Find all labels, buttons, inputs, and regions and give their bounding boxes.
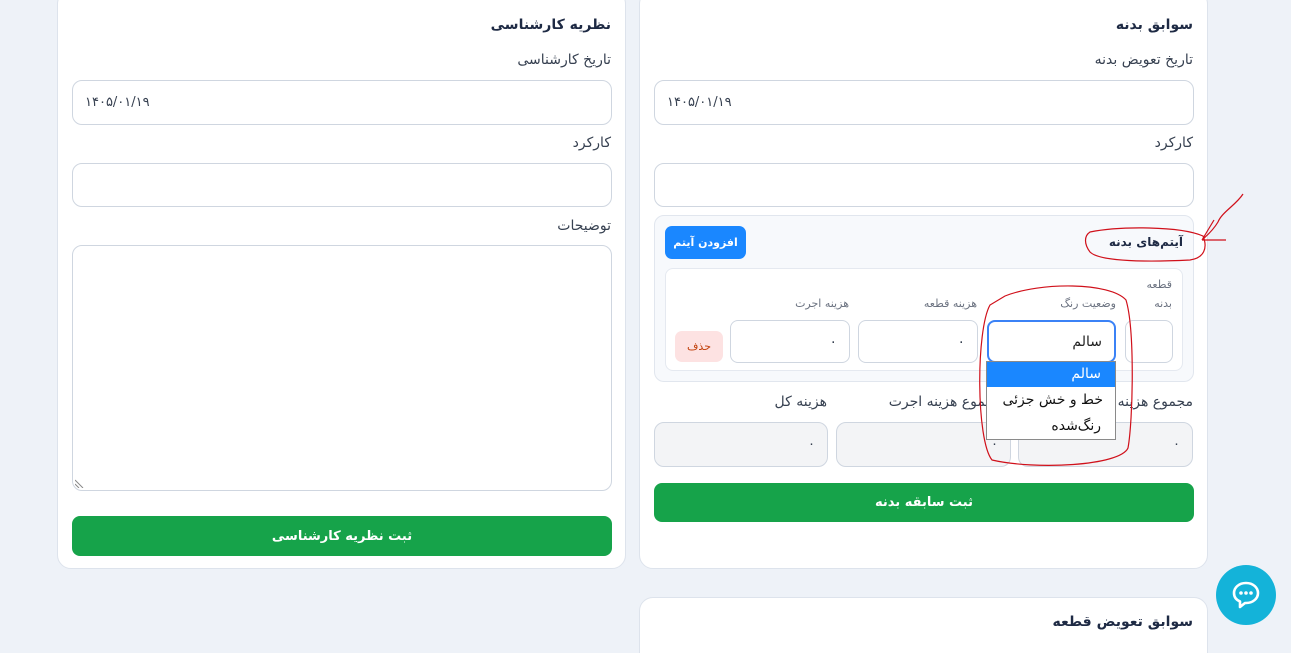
annotation-arrow [1201,193,1244,241]
part-cost-input[interactable]: ۰ [858,320,978,363]
expert-notes-textarea[interactable] [72,245,612,491]
expert-submit-button[interactable]: ثبت نظریه کارشناسی [72,516,612,556]
body-item-row: قطعه بدنه وضعیت رنگ سالم هزینه قطعه ۰ هز… [665,268,1183,371]
part-history-card: سوابق تعویض قطعه [639,597,1208,653]
paint-status-label: وضعیت رنگ [1060,297,1116,310]
chat-bubble-icon [1232,581,1260,609]
total-labor-input: ۰ [836,422,1011,467]
part-label-line1: قطعه [1146,278,1173,291]
expert-opinion-card: نظریه کارشناسی تاریخ کارشناسی ۱۴۰۵/۰۱/۱۹… [57,0,626,569]
total-cost-value: ۰ [808,437,815,452]
paint-status-value: سالم [1072,333,1102,350]
body-history-title: سوابق بدنه [1115,17,1193,33]
labor-cost-value: ۰ [829,333,837,350]
part-input[interactable] [1125,320,1173,363]
body-date-label: تاریخ تعویض بدنه [1094,52,1193,68]
labor-cost-label: هزینه اجرت [795,297,849,310]
paint-status-select[interactable]: سالم [987,320,1116,363]
body-items-title: آیتم‌های بدنه [1108,235,1183,249]
body-submit-button[interactable]: ثبت سابقه بدنه [654,483,1194,522]
labor-cost-input[interactable]: ۰ [730,320,850,363]
delete-item-button[interactable]: حذف [675,331,723,362]
paint-status-dropdown: سالم خط و خش جزئی رنگ‌شده [986,361,1116,440]
expert-date-label: تاریخ کارشناسی [517,52,611,68]
total-cost-label: هزینه کل [774,394,827,410]
paint-option-painted[interactable]: رنگ‌شده [987,413,1115,439]
add-item-button[interactable]: افزودن آیتم [665,226,746,259]
body-items-panel: آیتم‌های بدنه افزودن آیتم قطعه بدنه وضعی… [654,215,1194,382]
body-mileage-label: کارکرد [1154,135,1193,151]
paint-option-healthy[interactable]: سالم [987,362,1115,387]
body-date-value: ۱۴۰۵/۰۱/۱۹ [667,95,732,110]
body-history-card: سوابق بدنه تاریخ تعویض بدنه ۱۴۰۵/۰۱/۱۹ ک… [639,0,1208,569]
part-cost-label: هزینه قطعه [923,297,977,310]
expert-date-input[interactable]: ۱۴۰۵/۰۱/۱۹ [72,80,612,125]
paint-option-scratch[interactable]: خط و خش جزئی [987,387,1115,413]
body-date-input[interactable]: ۱۴۰۵/۰۱/۱۹ [654,80,1194,125]
chat-widget-button[interactable] [1216,565,1276,625]
expert-mileage-label: کارکرد [572,135,611,151]
expert-opinion-title: نظریه کارشناسی [490,17,611,33]
part-history-title: سوابق تعویض قطعه [1052,614,1193,630]
resize-handle-icon[interactable] [75,478,85,488]
part-label-line2: بدنه [1154,297,1172,310]
expert-date-value: ۱۴۰۵/۰۱/۱۹ [85,95,150,110]
total-parts-value: ۰ [1173,437,1180,452]
part-cost-value: ۰ [957,333,965,350]
body-mileage-input[interactable] [654,163,1194,207]
total-cost-input: ۰ [654,422,828,467]
total-parts-label: مجموع هزینه [1117,394,1193,410]
expert-notes-label: توضیحات [557,218,611,234]
total-labor-label: مجموع هزینه اجرت [888,394,1002,410]
expert-mileage-input[interactable] [72,163,612,207]
